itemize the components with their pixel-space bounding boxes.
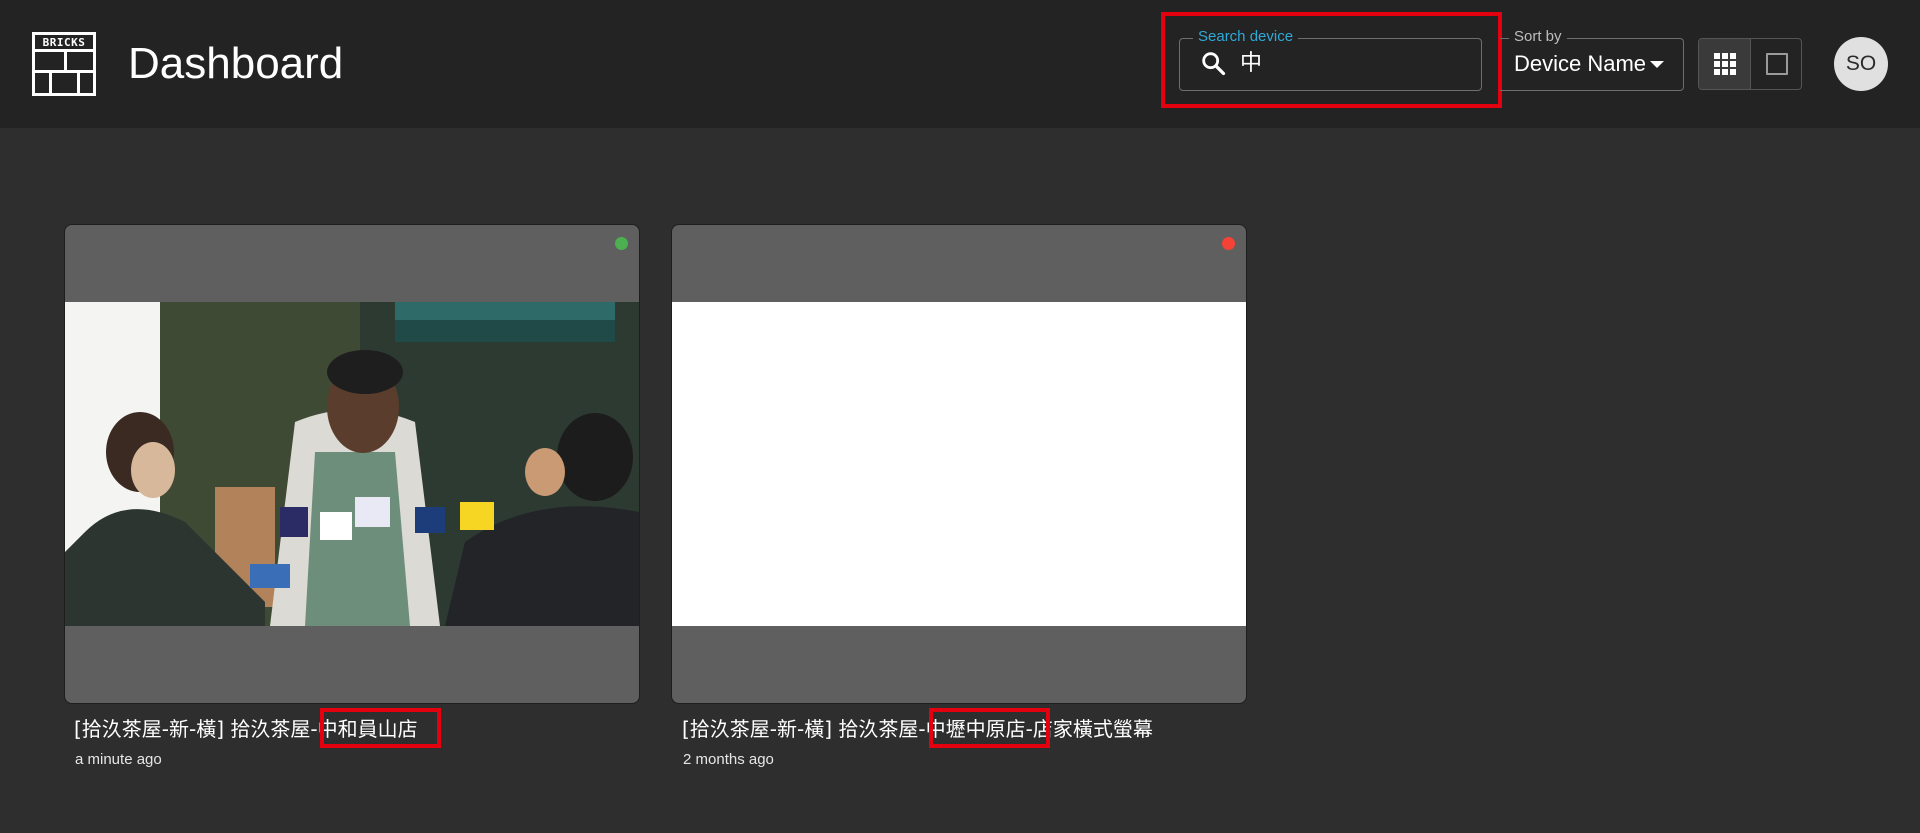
device-screenshot (672, 302, 1246, 626)
user-avatar[interactable]: SO (1834, 37, 1888, 91)
sort-by-label: Sort by (1509, 28, 1567, 45)
status-online-dot (615, 237, 628, 250)
caret-down-icon[interactable] (1650, 61, 1664, 68)
square-icon (1766, 53, 1788, 75)
grid-view-button[interactable] (1699, 39, 1751, 89)
title-highlight-box-2 (929, 708, 1050, 748)
device-screenshot (65, 302, 639, 626)
view-toggle (1698, 38, 1802, 90)
device-card-1[interactable] (64, 224, 640, 704)
single-view-button[interactable] (1751, 39, 1801, 89)
title-highlight-box-1 (320, 708, 441, 748)
device-time-1: a minute ago (75, 751, 162, 768)
device-time-2: 2 months ago (683, 751, 774, 768)
page-title: Dashboard (128, 39, 344, 88)
logo-text: BRICKS (35, 35, 93, 52)
sort-by-value[interactable]: Device Name (1514, 50, 1646, 78)
device-title-2[interactable]: [拾汣茶屋-新-橫] 拾汣茶屋-中壢中原店-店家橫式螢幕 (682, 716, 1153, 742)
device-card-2[interactable] (671, 224, 1247, 704)
status-offline-dot (1222, 237, 1235, 250)
bricks-logo[interactable]: BRICKS (32, 32, 96, 96)
search-highlight-box (1161, 12, 1502, 108)
